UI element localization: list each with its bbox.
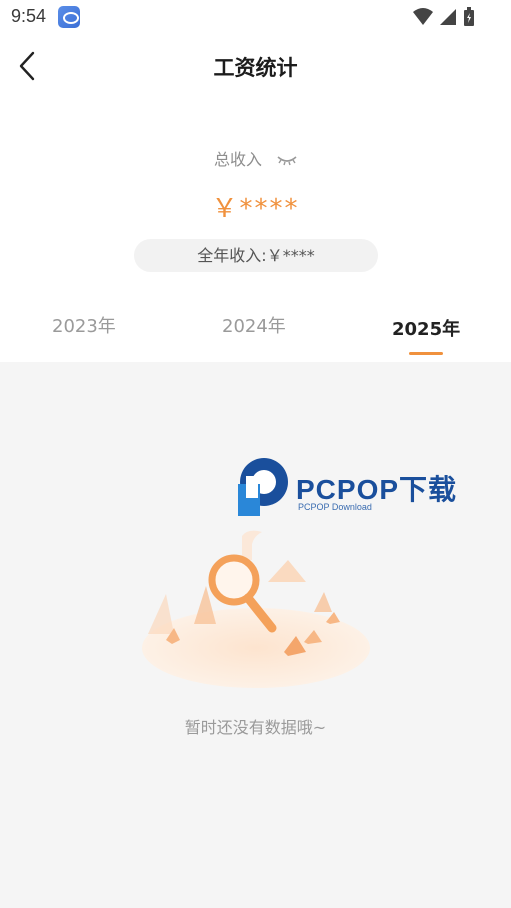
tab-2024[interactable]: 2024年 [222, 312, 286, 338]
pcpop-watermark: PCPOP下载 PCPOP Download [234, 454, 494, 522]
app-header: 工资统计 [0, 34, 511, 98]
watermark-subtitle: PCPOP Download [298, 502, 372, 512]
page-title: 工资统计 [213, 56, 298, 80]
tab-2025[interactable]: 2025年 [392, 315, 460, 341]
status-icons [413, 7, 475, 27]
battery-icon [464, 7, 474, 26]
total-income-label: 总收入 [213, 150, 262, 169]
annual-income-pill: 全年收入:￥**** [134, 239, 378, 272]
total-income-amount: ￥**** [211, 194, 300, 224]
empty-message: 暂时还没有数据哦~ [184, 718, 327, 737]
signal-icon [440, 9, 456, 25]
total-income-row: 总收入 [0, 146, 511, 170]
eye-closed-icon[interactable] [277, 155, 297, 167]
tab-active-indicator [409, 352, 443, 355]
wifi-icon [413, 8, 433, 25]
tab-2023[interactable]: 2023年 [52, 312, 116, 338]
status-time: 9:54 [11, 6, 47, 26]
magnifier-empty-illustration [142, 530, 370, 688]
status-bar: 9:54 [0, 0, 511, 34]
pcpop-logo-icon [238, 458, 288, 516]
content-area: 暂时还没有数据哦~ [0, 362, 511, 908]
app-notification-icon [58, 6, 80, 28]
income-summary: 总收入 ￥**** 全年收入:￥**** 2023年 2024年 2025年 [0, 98, 511, 362]
year-tabs: 2023年 2024年 2025年 [0, 306, 511, 362]
